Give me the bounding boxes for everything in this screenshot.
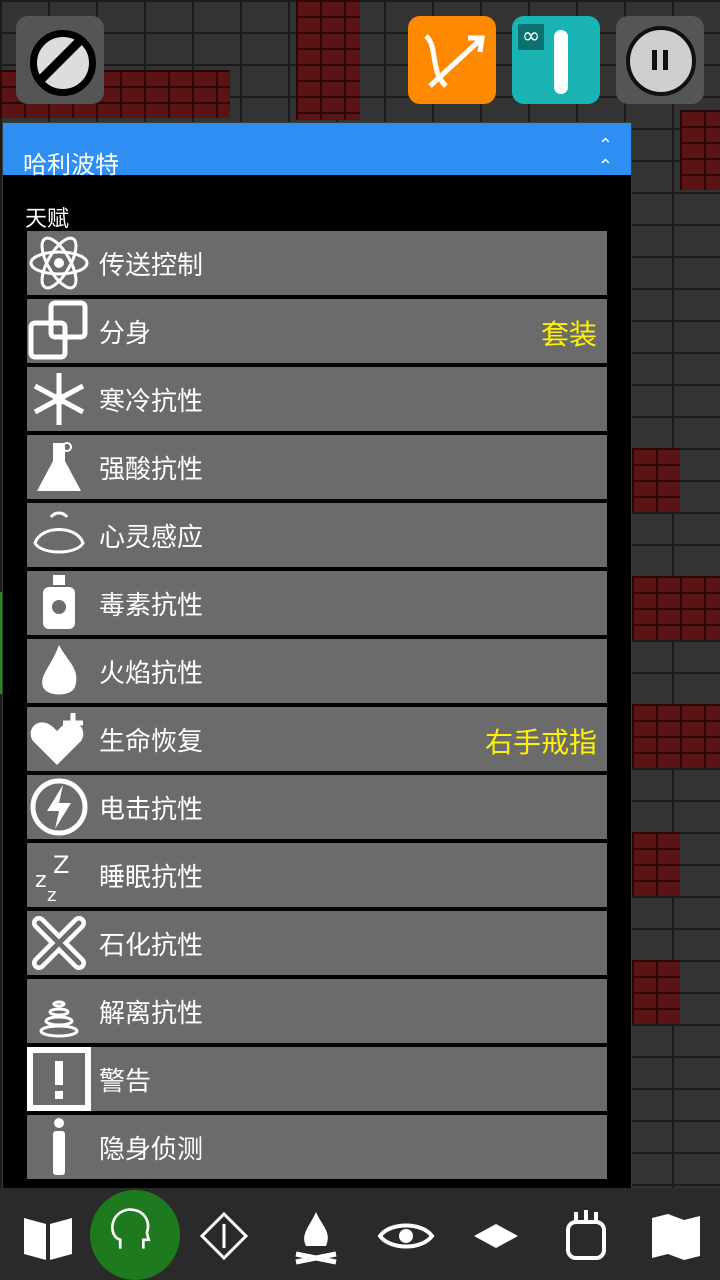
talent-row-telepathy[interactable]: 心灵感应 <box>27 503 607 567</box>
talent-label: 火焰抗性 <box>99 659 204 689</box>
brick-wall <box>632 960 680 1024</box>
talent-label: 电击抗性 <box>99 795 204 825</box>
map-button[interactable] <box>636 1196 716 1276</box>
grid-button[interactable] <box>456 1196 536 1276</box>
talent-label: 隐身侦测 <box>99 1135 204 1165</box>
talent-label: 传送控制 <box>99 251 204 281</box>
talent-label: 毒素抗性 <box>99 591 204 621</box>
telepathy-head-icon <box>27 503 91 567</box>
wand-icon <box>554 30 568 94</box>
talent-panel: 哈利波特 ⌃ ⌃ 天赋 传送控制 分身 套装 寒冷抗性 强酸抗性 心灵感应 毒素… <box>2 122 632 1190</box>
talent-label: 寒冷抗性 <box>99 387 204 417</box>
bow-arrow-button[interactable] <box>408 16 496 104</box>
talent-source-tag: 套装 <box>540 318 597 351</box>
spiral-icon <box>27 979 91 1043</box>
brick-wall <box>680 110 720 190</box>
exclamation-icon <box>27 1047 91 1111</box>
campfire-button[interactable] <box>276 1196 356 1276</box>
talent-label: 石化抗性 <box>99 931 204 961</box>
flask-icon <box>27 435 91 499</box>
book-icon <box>24 1218 72 1260</box>
brick-wall <box>632 576 720 640</box>
talent-row-shock-resistance[interactable]: 电击抗性 <box>27 775 607 839</box>
talent-label: 睡眠抗性 <box>99 863 204 893</box>
talent-row-warning[interactable]: 警告 <box>27 1047 607 1111</box>
figure-icon <box>27 1115 91 1179</box>
talent-label: 生命恢复 <box>99 727 204 757</box>
wand-button[interactable]: ∞ <box>512 16 600 104</box>
talent-label: 心灵感应 <box>99 523 204 553</box>
double-chevron-up-icon[interactable]: ⌃ ⌃ <box>598 135 613 177</box>
svg-text:z: z <box>35 868 47 893</box>
brick-wall <box>632 448 680 512</box>
brick-wall <box>632 704 720 768</box>
snowflake-icon <box>27 367 91 431</box>
talent-label: 分身 <box>99 319 152 349</box>
lightning-icon <box>27 775 91 839</box>
head-button[interactable] <box>90 1190 180 1280</box>
hand-icon <box>566 1210 606 1260</box>
look-button[interactable] <box>366 1196 446 1276</box>
section-heading: 天赋 <box>25 207 70 232</box>
book-button[interactable] <box>8 1196 88 1276</box>
panel-header[interactable]: 哈利波特 ⌃ ⌃ <box>3 123 631 179</box>
bottom-action-bar <box>0 1188 720 1280</box>
svg-text:Z: Z <box>53 851 69 879</box>
svg-text:z: z <box>47 885 56 906</box>
cross-icon <box>27 911 91 975</box>
infinity-badge: ∞ <box>518 24 544 50</box>
zzz-icon: zZz <box>27 843 91 907</box>
talent-row-petrification-resistance[interactable]: 石化抗性 <box>27 911 607 975</box>
talent-row-disintegration-resistance[interactable]: 解离抗性 <box>27 979 607 1043</box>
heart-plus-icon <box>27 707 91 771</box>
fire-icon <box>27 639 91 703</box>
pause-button[interactable] <box>616 16 704 104</box>
head-icon <box>111 1208 151 1249</box>
eye-icon <box>377 1223 435 1249</box>
talent-row-poison-resistance[interactable]: 毒素抗性 <box>27 571 607 635</box>
clone-icon <box>27 299 91 363</box>
bow-arrow-icon <box>424 34 485 88</box>
campfire-icon <box>295 1212 337 1265</box>
map-icon <box>652 1214 700 1260</box>
panel-title: 哈利波特 <box>23 151 119 179</box>
grid-icon <box>474 1224 518 1248</box>
talent-row-see-invisible[interactable]: 隐身侦测 <box>27 1115 607 1179</box>
talent-row-sleep-resistance[interactable]: zZz 睡眠抗性 <box>27 843 607 907</box>
talent-row-regeneration[interactable]: 生命恢复 右手戒指 <box>27 707 607 771</box>
talent-row-cold-resistance[interactable]: 寒冷抗性 <box>27 367 607 431</box>
talent-list: 传送控制 分身 套装 寒冷抗性 强酸抗性 心灵感应 毒素抗性 火焰抗性 生命恢复… <box>27 231 607 1183</box>
atom-icon <box>27 231 91 295</box>
brick-wall <box>632 832 680 896</box>
compass-icon <box>199 1211 249 1261</box>
talent-label: 强酸抗性 <box>99 455 204 485</box>
talent-row-acid-resistance[interactable]: 强酸抗性 <box>27 435 607 499</box>
talent-row-teleport-control[interactable]: 传送控制 <box>27 231 607 295</box>
talent-row-fire-resistance[interactable]: 火焰抗性 <box>27 639 607 703</box>
talent-label: 警告 <box>99 1067 152 1097</box>
compass-button[interactable] <box>184 1196 264 1276</box>
hand-button[interactable] <box>546 1196 626 1276</box>
poison-bottle-icon <box>27 571 91 635</box>
talent-label: 解离抗性 <box>99 999 204 1029</box>
brick-wall <box>296 0 360 120</box>
cancel-button[interactable] <box>16 16 104 104</box>
talent-source-tag: 右手戒指 <box>484 726 597 759</box>
talent-row-clone[interactable]: 分身 套装 <box>27 299 607 363</box>
